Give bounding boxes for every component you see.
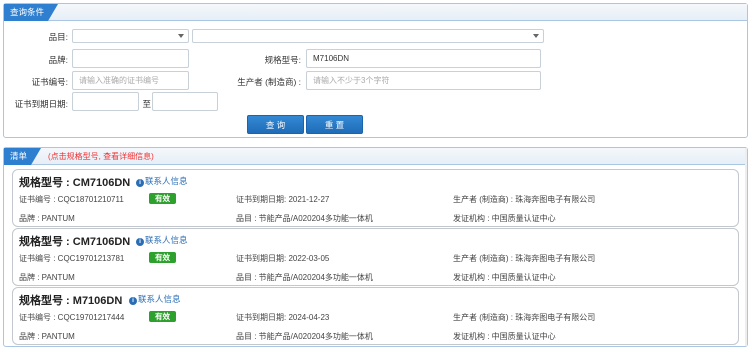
model-link[interactable]: 规格型号 : CM7106DN (19, 174, 130, 190)
list-scrollbar[interactable] (745, 148, 747, 346)
model-link[interactable]: 规格型号 : M7106DN (19, 292, 122, 308)
query-panel-title: 查询条件 (4, 4, 58, 21)
query-panel: 查询条件 品目: 品牌: 规格型号: M7106DN 证书编号: 请输入准确的证… (3, 3, 748, 138)
info-icon: i (136, 238, 144, 246)
cert-number: 证书编号 : CQC18701210711 (19, 195, 124, 204)
producer-label: 生产者 (制造商) : (237, 77, 301, 87)
category-select-secondary[interactable] (192, 29, 544, 43)
cert-number: 证书编号 : CQC19701213781 (19, 254, 125, 263)
result-card: 规格型号 : CM7106DN i 联系人信息 证书编号 : CQC1870121… (12, 169, 739, 227)
expire-date: 证书到期日期: 2021-12-27 (236, 195, 330, 204)
list-hint: (点击规格型号, 查看详细信息) (48, 152, 154, 161)
result-card: 规格型号 : CM7106DN i 联系人信息 证书编号 : CQC1970121… (12, 228, 739, 286)
list-panel-title: 清单 (4, 148, 41, 165)
contact-label: 联系人信息 (138, 294, 181, 304)
model-input[interactable]: M7106DN (306, 49, 541, 68)
category: 品目 : 节能产品/A020204多功能一体机 (236, 273, 373, 282)
contact-link[interactable]: i 联系人信息 (136, 234, 188, 246)
model-link[interactable]: 规格型号 : CM7106DN (19, 233, 130, 249)
list-panel: 清单 (点击规格型号, 查看详细信息) 规格型号 : CM7106DN i 联系人… (3, 147, 748, 347)
model-label: 规格型号: (264, 55, 301, 65)
expire-from-input[interactable] (72, 92, 139, 111)
status-badge: 有效 (149, 193, 176, 204)
producer: 生产者 (制造商) : 珠海奔图电子有限公司 (453, 313, 596, 322)
status-badge: 有效 (149, 311, 176, 322)
list-panel-header: 清单 (点击规格型号, 查看详细信息) (4, 148, 747, 165)
issuer: 发证机构 : 中国质量认证中心 (453, 332, 556, 341)
search-button[interactable]: 查 询 (247, 115, 304, 134)
category-select-primary[interactable] (72, 29, 189, 43)
category: 品目 : 节能产品/A020204多功能一体机 (236, 332, 373, 341)
cert-input[interactable]: 请输入准确的证书编号 (72, 71, 189, 90)
result-card: 规格型号 : M7106DN i 联系人信息 证书编号 : CQC19701217… (12, 287, 739, 345)
expire-date: 证书到期日期: 2022-03-05 (236, 254, 330, 263)
contact-label: 联系人信息 (145, 176, 188, 186)
category-label: 品目: (48, 32, 68, 42)
contact-link[interactable]: i 联系人信息 (129, 293, 181, 305)
category: 品目 : 节能产品/A020204多功能一体机 (236, 214, 373, 223)
producer: 生产者 (制造商) : 珠海奔图电子有限公司 (453, 195, 596, 204)
chevron-down-icon (533, 34, 539, 38)
expire-to-input[interactable] (152, 92, 218, 111)
producer-input[interactable]: 请输入不少于3个字符 (306, 71, 541, 90)
reset-button[interactable]: 重 置 (306, 115, 363, 134)
issuer: 发证机构 : 中国质量认证中心 (453, 273, 556, 282)
status-badge: 有效 (149, 252, 176, 263)
producer: 生产者 (制造商) : 珠海奔图电子有限公司 (453, 254, 596, 263)
info-icon: i (129, 297, 137, 305)
contact-link[interactable]: i 联系人信息 (136, 175, 188, 187)
issuer: 发证机构 : 中国质量认证中心 (453, 214, 556, 223)
chevron-down-icon (178, 34, 184, 38)
brand-input[interactable] (72, 49, 189, 68)
brand: 品牌 : PANTUM (19, 332, 75, 341)
query-panel-header: 查询条件 (4, 4, 747, 21)
expire-date: 证书到期日期: 2024-04-23 (236, 313, 330, 322)
to-label: 至 (142, 99, 151, 109)
brand: 品牌 : PANTUM (19, 214, 75, 223)
cert-label: 证书编号: (31, 77, 68, 87)
contact-label: 联系人信息 (145, 235, 188, 245)
cert-number: 证书编号 : CQC19701217444 (19, 313, 125, 322)
expire-label: 证书到期日期: (14, 99, 68, 109)
brand-label: 品牌: (48, 55, 68, 65)
info-icon: i (136, 179, 144, 187)
brand: 品牌 : PANTUM (19, 273, 75, 282)
